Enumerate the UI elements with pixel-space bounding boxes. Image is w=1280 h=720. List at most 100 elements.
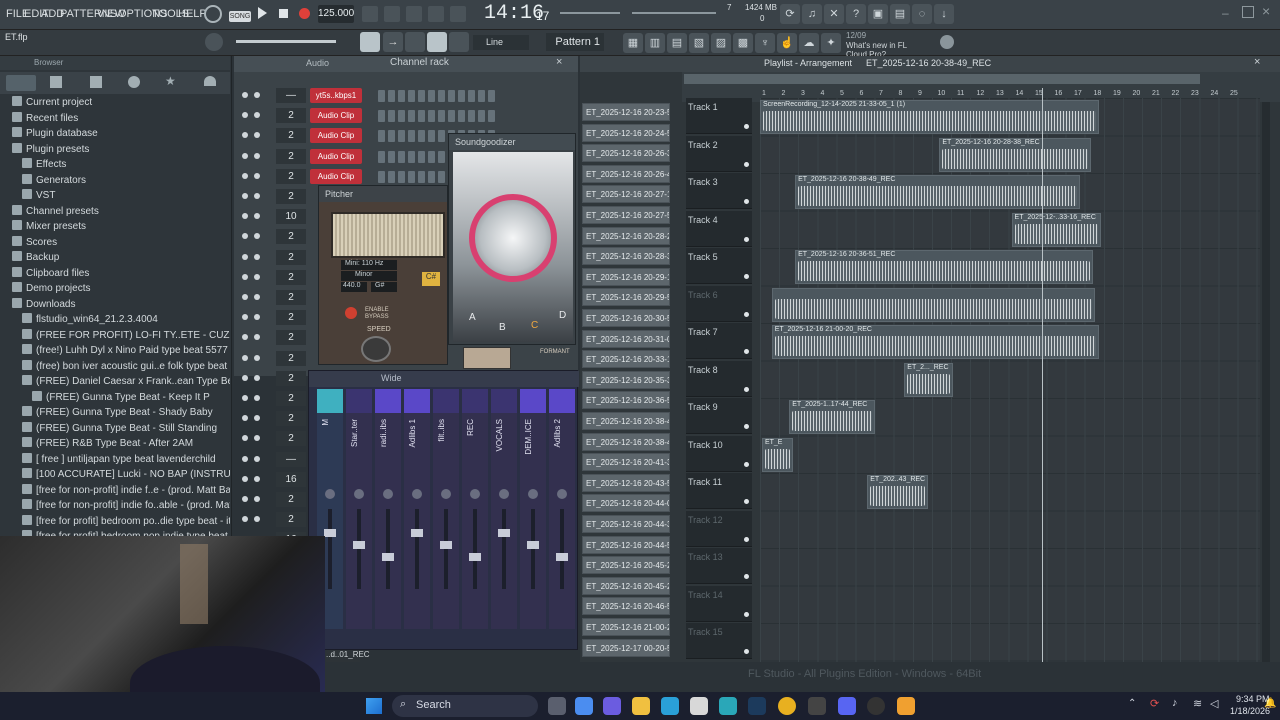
audio-clip[interactable]: ET_2025-12-16 20-38-49_REC xyxy=(795,175,1080,209)
steam-icon[interactable] xyxy=(748,697,766,715)
file-explorer-icon[interactable] xyxy=(632,697,650,715)
step-button[interactable] xyxy=(388,150,395,163)
windows-start-icon[interactable] xyxy=(366,698,382,714)
track-mute-led[interactable] xyxy=(744,424,749,429)
channel-mixer-track[interactable]: 2 xyxy=(276,512,306,528)
browser-item[interactable]: (FREE) Gunna Type Beat - Shady Baby xyxy=(0,406,230,421)
channel-solo-led[interactable] xyxy=(254,193,260,199)
copilot-icon[interactable] xyxy=(575,697,593,715)
channel-mixer-track[interactable]: 2 xyxy=(276,269,306,285)
link-icon[interactable] xyxy=(427,32,447,52)
wrench-icon[interactable]: ✕ xyxy=(824,4,844,24)
mixer-strip[interactable]: radi..ibs xyxy=(375,389,401,629)
browser-item[interactable]: Backup xyxy=(0,251,230,266)
channel-mixer-track[interactable]: 2 xyxy=(276,330,306,346)
channel-mixer-track[interactable]: — xyxy=(276,88,306,103)
step-button[interactable] xyxy=(428,110,435,123)
pattern-item[interactable]: ET_2025-12-16 20-33-1.. xyxy=(582,350,670,369)
playlist-close-icon[interactable]: × xyxy=(1254,56,1260,68)
track-mute-led[interactable] xyxy=(744,461,749,467)
wait-input-icon[interactable] xyxy=(384,6,400,22)
browser-item[interactable]: Current project xyxy=(0,96,230,111)
tools-icon[interactable]: ✦ xyxy=(821,33,841,53)
master-pitch-slider[interactable] xyxy=(560,12,620,14)
channel-mute-led[interactable] xyxy=(242,92,248,98)
browser-item[interactable]: Recent files xyxy=(0,111,230,127)
browser-item[interactable]: [free for non-profit] indie f..e - (prod… xyxy=(0,483,230,499)
step-button[interactable] xyxy=(418,150,425,163)
browser-star-icon[interactable]: ★ xyxy=(165,74,176,88)
channel-solo-led[interactable] xyxy=(254,354,260,361)
step-button[interactable] xyxy=(398,150,405,163)
browser-item[interactable]: (FREE) Gunna Type Beat - Still Standing xyxy=(0,421,230,437)
mixer-strip[interactable]: Star..ter xyxy=(346,389,372,629)
snap-select[interactable]: Line xyxy=(473,35,529,50)
soundgoodizer-knob[interactable] xyxy=(469,194,557,282)
channel-rack-icon[interactable]: ▧ xyxy=(689,33,709,53)
close-icon[interactable]: × xyxy=(1262,3,1270,19)
pattern-item[interactable]: ET_2025-12-16 20-26-3.. xyxy=(582,144,670,163)
export-icon[interactable]: ▤ xyxy=(890,4,910,24)
step-button[interactable] xyxy=(438,110,445,123)
mixer-fader[interactable] xyxy=(473,509,477,589)
browser-item[interactable]: [free for non-profit] indie fo..able - (… xyxy=(0,499,230,514)
browser-item[interactable]: Effects xyxy=(0,158,230,173)
search-box[interactable]: ⌕ Search xyxy=(392,695,538,717)
audio-clip[interactable]: ScreenRecording_12-14-2025 21-33-05_1 (1… xyxy=(760,100,1100,134)
pan-knob[interactable] xyxy=(528,489,538,499)
step-button[interactable] xyxy=(488,110,495,123)
mixer-strip-header[interactable] xyxy=(404,389,430,413)
channel-solo-led[interactable] xyxy=(254,132,260,139)
mixer-fader[interactable] xyxy=(444,509,448,589)
fader-handle[interactable] xyxy=(440,541,452,549)
channel-mixer-track[interactable]: 2 xyxy=(276,229,306,245)
pattern-item[interactable]: ET_2025-12-16 20-43-5.. xyxy=(582,473,670,492)
cloud-icon[interactable]: ☁ xyxy=(799,33,819,53)
browser-item[interactable]: (FREE) Gunna Type Beat - Keep It P xyxy=(0,390,230,406)
channel-mute-led[interactable] xyxy=(242,374,248,381)
browser-files-icon[interactable] xyxy=(50,76,62,88)
mixer-strip[interactable]: DEM..ICE xyxy=(520,389,546,629)
preset-c-button[interactable]: C xyxy=(531,320,538,331)
refresh-icon[interactable]: ⟳ xyxy=(780,4,800,24)
tempo-display[interactable]: 125.000 xyxy=(318,5,354,23)
step-button[interactable] xyxy=(388,110,395,123)
audio-clip[interactable]: ET_2025-12-16 20-36-51_REC xyxy=(795,250,1094,284)
channel-mute-led[interactable] xyxy=(242,354,248,361)
step-button[interactable] xyxy=(438,170,445,183)
browser-sounds-icon[interactable] xyxy=(128,76,140,88)
channel-mixer-track[interactable]: 2 xyxy=(276,411,306,427)
channel-solo-led[interactable] xyxy=(254,415,260,422)
pan-knob[interactable] xyxy=(441,489,451,499)
channel-mixer-track[interactable]: 2 xyxy=(276,290,306,305)
track-header[interactable]: Track 15 xyxy=(686,623,752,659)
step-button[interactable] xyxy=(418,90,425,102)
pattern-item[interactable]: ET_2025-12-16 20-27-5.. xyxy=(582,206,670,224)
pattern-item[interactable]: ET_2025-12-16 20-24-5.. xyxy=(582,123,670,142)
browser-item[interactable]: Downloads xyxy=(0,297,230,313)
channel-mute-led[interactable] xyxy=(242,172,248,179)
preset-d-button[interactable]: D xyxy=(559,310,566,321)
channel-solo-led[interactable] xyxy=(254,273,260,280)
channel-mixer-track[interactable]: 10 xyxy=(276,209,306,225)
download-icon[interactable]: ↓ xyxy=(934,4,954,24)
save-icon[interactable]: ▣ xyxy=(868,4,888,24)
mixer-icon[interactable]: ▤ xyxy=(667,33,687,53)
track-header[interactable]: Track 13 xyxy=(686,548,752,584)
mixer-strip-header[interactable] xyxy=(549,389,575,413)
pattern-item[interactable]: ET_2025-12-16 20-23-5.. xyxy=(582,103,670,121)
arrow-right-icon[interactable]: → xyxy=(383,32,403,52)
pattern-item[interactable]: ET_2025-12-16 20-30-5.. xyxy=(582,309,670,327)
browser-item[interactable]: Generators xyxy=(0,173,230,189)
step-button[interactable] xyxy=(408,170,415,183)
pitcher-scale[interactable]: Minor xyxy=(341,271,397,281)
master-volume-slider[interactable] xyxy=(632,12,716,14)
mixer-fader[interactable] xyxy=(531,509,535,589)
maximize-icon[interactable] xyxy=(1242,6,1254,18)
blend-notes-icon[interactable] xyxy=(428,6,444,22)
browser-item[interactable]: (FREE) R&B Type Beat - After 2AM xyxy=(0,437,230,452)
browser-item[interactable]: Channel presets xyxy=(0,204,230,220)
channel-solo-led[interactable] xyxy=(254,395,260,401)
channel-mixer-track[interactable]: 2 xyxy=(276,128,306,144)
touch-icon[interactable]: ☝ xyxy=(777,33,797,53)
